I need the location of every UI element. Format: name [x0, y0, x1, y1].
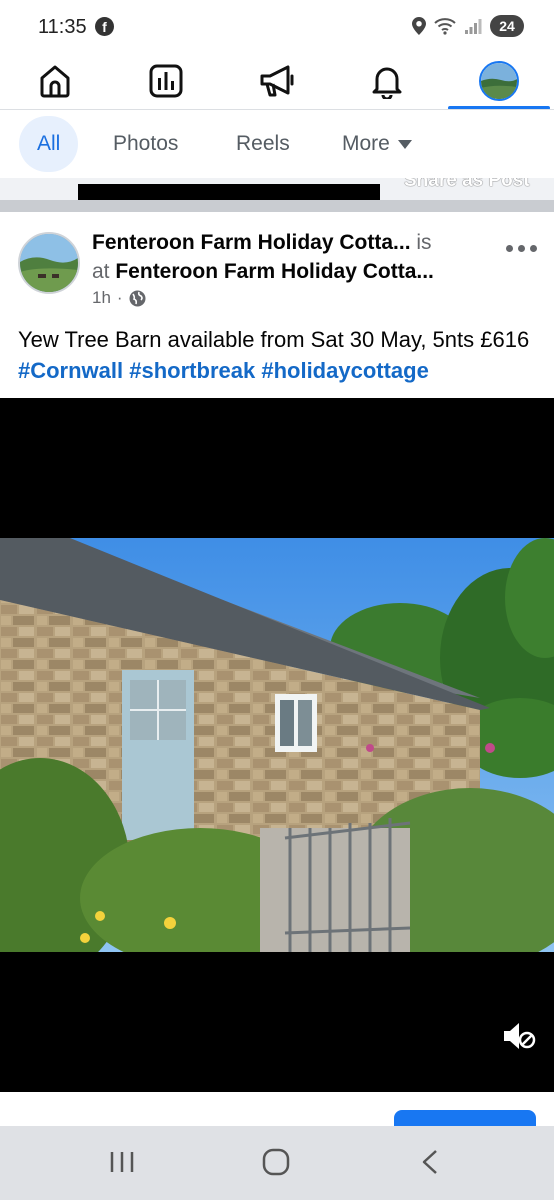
- nav-ads[interactable]: [232, 52, 322, 110]
- meta-separator: ·: [116, 288, 123, 307]
- profile-avatar: [479, 61, 519, 101]
- megaphone-icon: [260, 65, 294, 97]
- facebook-feed-screen: 11:35 f 24 All Photos Reels More Share a…: [0, 0, 554, 1200]
- mute-icon[interactable]: [502, 1020, 536, 1052]
- back-button[interactable]: [400, 1142, 460, 1182]
- post-body: Yew Tree Barn available from Sat 30 May,…: [18, 327, 530, 352]
- status-time: 11:35: [38, 16, 87, 38]
- post-options-button[interactable]: [506, 238, 546, 258]
- caret-down-icon: [397, 140, 412, 149]
- nav-notifications[interactable]: [342, 52, 432, 110]
- bell-icon: [372, 67, 402, 99]
- status-icons: 24: [412, 14, 524, 38]
- system-navigation-bar: [0, 1126, 554, 1200]
- home-button[interactable]: [246, 1142, 306, 1182]
- filter-tabs: All Photos Reels More: [0, 112, 554, 178]
- facebook-icon: f: [95, 17, 114, 36]
- share-as-post-button[interactable]: Share as Post: [380, 178, 554, 202]
- post-meta: 1h ·: [92, 288, 146, 308]
- recent-apps-button[interactable]: [92, 1142, 152, 1182]
- home-icon: [40, 65, 70, 98]
- hashtag-shortbreak[interactable]: #shortbreak: [129, 358, 255, 383]
- location-name[interactable]: Fenteroon Farm Holiday Cotta...: [115, 260, 434, 283]
- more-dots-icon: [506, 244, 513, 252]
- tab-photos[interactable]: Photos: [95, 116, 196, 172]
- back-icon: [422, 1150, 437, 1174]
- location-icon: [412, 17, 426, 35]
- hashtag-cornwall[interactable]: #Cornwall: [18, 358, 123, 383]
- divider: [0, 109, 554, 110]
- recent-apps-icon: [110, 1152, 134, 1172]
- nav-home[interactable]: [10, 52, 100, 110]
- wifi-icon: [434, 18, 456, 35]
- top-navigation: [0, 52, 554, 110]
- at-text: at: [92, 260, 110, 283]
- home-circle-icon: [262, 1148, 290, 1176]
- is-text: is: [416, 231, 432, 254]
- nav-profile[interactable]: [454, 52, 544, 110]
- post-header: Fenteroon Farm Holiday Cotta... is at Fe…: [0, 214, 554, 314]
- tab-reels[interactable]: Reels: [218, 116, 308, 172]
- tab-more-label: More: [342, 132, 390, 155]
- cottage-photo: [0, 538, 554, 952]
- post-separator: [0, 200, 554, 212]
- post-time[interactable]: 1h: [92, 288, 111, 308]
- status-bar: 11:35 f 24: [0, 0, 554, 52]
- page-avatar[interactable]: [18, 232, 80, 294]
- dashboard-icon: [149, 64, 183, 98]
- post-text: Yew Tree Barn available from Sat 30 May,…: [18, 324, 538, 386]
- post-author-line: Fenteroon Farm Holiday Cotta... is at Fe…: [92, 228, 482, 286]
- globe-icon: [129, 290, 146, 306]
- signal-icon: [465, 19, 482, 34]
- post-video[interactable]: [0, 398, 554, 1092]
- hashtag-holidaycottage[interactable]: #holidaycottage: [261, 358, 428, 383]
- tab-all[interactable]: All: [19, 116, 79, 172]
- share-as-post-label: Share as Post: [404, 178, 530, 191]
- nav-dashboard[interactable]: [121, 52, 211, 110]
- battery-icon: 24: [490, 15, 524, 37]
- tab-more[interactable]: More: [324, 116, 430, 172]
- author-name[interactable]: Fenteroon Farm Holiday Cotta...: [92, 231, 411, 254]
